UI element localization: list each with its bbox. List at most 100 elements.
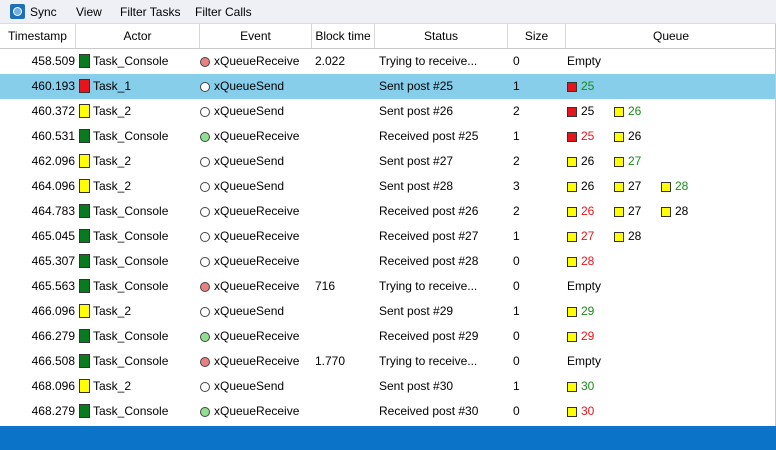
table-row[interactable]: 465.563 Task_Console xQueueReceive 716 Tryin…: [0, 274, 776, 299]
queue-item-color-box: [567, 182, 577, 192]
queue-item-number: 27: [628, 154, 642, 168]
actor-cell: Task_Console: [93, 329, 169, 343]
queue-item-number: 30: [581, 404, 595, 418]
menu-view[interactable]: View: [76, 5, 102, 19]
status-cell: Received post #27: [379, 229, 479, 243]
actor-color-swatch: [79, 179, 90, 193]
actor-cell: Task_Console: [93, 229, 169, 243]
queue-item-color-box: [567, 307, 577, 317]
queue-item-number: 26: [628, 129, 642, 143]
actor-cell: Task_2: [93, 179, 132, 193]
status-bar: [0, 426, 776, 450]
table-row[interactable]: 466.279 Task_Console xQueueReceive Received…: [0, 324, 776, 349]
column-header-event[interactable]: Event: [200, 24, 312, 48]
event-cell: xQueueReceive: [214, 129, 300, 143]
queue-item-color-box: [567, 232, 577, 242]
table-row[interactable]: 464.096 Task_2 xQueueSend Sent post #28 3 26 2…: [0, 174, 776, 199]
event-cell: xQueueSend: [214, 154, 285, 168]
size-cell: 3: [513, 179, 520, 193]
column-header-actor[interactable]: Actor: [76, 24, 200, 48]
size-cell: 2: [513, 104, 520, 118]
table-row[interactable]: 468.279 Task_Console xQueueReceive Received…: [0, 399, 776, 424]
sync-icon[interactable]: [10, 4, 25, 19]
actor-color-swatch: [79, 129, 90, 143]
event-status-dot: [200, 357, 210, 367]
actor-cell: Task_Console: [93, 54, 169, 68]
column-header-timestamp[interactable]: Timestamp: [0, 24, 76, 48]
status-cell: Sent post #30: [379, 379, 454, 393]
size-cell: 0: [513, 404, 520, 418]
table-header: Timestamp Actor Event Block time Status …: [0, 24, 776, 49]
event-status-dot: [200, 132, 210, 142]
table-row[interactable]: 460.372 Task_2 xQueueSend Sent post #26 2 25 2…: [0, 99, 776, 124]
timestamp-cell: 466.508: [31, 354, 75, 368]
timestamp-cell: 466.279: [31, 329, 75, 343]
menu-filter-calls[interactable]: Filter Calls: [195, 5, 252, 19]
actor-cell: Task_Console: [93, 354, 169, 368]
status-cell: Sent post #29: [379, 304, 454, 318]
timestamp-cell: 465.563: [31, 279, 75, 293]
queue-item-number: 29: [581, 304, 595, 318]
actor-color-swatch: [79, 154, 90, 168]
queue-item-color-box: [661, 182, 671, 192]
queue-item-color-box: [567, 82, 577, 92]
queue-item-number: 25: [581, 79, 595, 93]
event-status-dot: [200, 407, 210, 417]
event-status-dot: [200, 82, 210, 92]
event-status-dot: [200, 257, 210, 267]
event-status-dot: [200, 57, 210, 67]
actor-cell: Task_2: [93, 304, 132, 318]
event-cell: xQueueSend: [214, 79, 285, 93]
timestamp-cell: 464.096: [31, 179, 75, 193]
table-row[interactable]: 462.096 Task_2 xQueueSend Sent post #27 2 26 2…: [0, 149, 776, 174]
queue-item-color-box: [614, 132, 624, 142]
table-row[interactable]: 466.096 Task_2 xQueueSend Sent post #29 1 29: [0, 299, 776, 324]
menu-filter-tasks[interactable]: Filter Tasks: [120, 5, 180, 19]
timestamp-cell: 460.193: [31, 79, 75, 93]
queue-item-number: 28: [581, 254, 595, 268]
event-status-dot: [200, 382, 210, 392]
table-row[interactable]: 465.045 Task_Console xQueueReceive Received…: [0, 224, 776, 249]
table-row[interactable]: 465.307 Task_Console xQueueReceive Received…: [0, 249, 776, 274]
event-status-dot: [200, 232, 210, 242]
size-cell: 0: [513, 254, 520, 268]
column-header-queue[interactable]: Queue: [566, 24, 776, 48]
queue-empty-label: Empty: [567, 54, 602, 68]
trace-table-body: 458.509 Task_Console xQueueReceive 2.022 Try…: [0, 49, 776, 424]
event-cell: xQueueReceive: [214, 254, 300, 268]
queue-item-number: 27: [628, 179, 642, 193]
status-cell: Received post #28: [379, 254, 479, 268]
size-cell: 0: [513, 329, 520, 343]
table-row[interactable]: 466.508 Task_Console xQueueReceive 1.770 Try…: [0, 349, 776, 374]
column-header-block-time[interactable]: Block time: [312, 24, 375, 48]
table-row[interactable]: 458.509 Task_Console xQueueReceive 2.022 Try…: [0, 49, 776, 74]
queue-item-color-box: [567, 407, 577, 417]
queue-item-color-box: [567, 157, 577, 167]
table-row[interactable]: 464.783 Task_Console xQueueReceive Received…: [0, 199, 776, 224]
queue-item-number: 28: [675, 204, 689, 218]
block-time-cell: 1.770: [315, 354, 346, 368]
size-cell: 0: [513, 54, 520, 68]
table-row[interactable]: 460.531 Task_Console xQueueReceive Received…: [0, 124, 776, 149]
actor-color-swatch: [79, 229, 90, 243]
timestamp-cell: 460.531: [31, 129, 75, 143]
event-status-dot: [200, 332, 210, 342]
timestamp-cell: 462.096: [31, 154, 75, 168]
queue-empty-label: Empty: [567, 279, 602, 293]
actor-color-swatch: [79, 204, 90, 218]
event-cell: xQueueReceive: [214, 279, 300, 293]
actor-cell: Task_Console: [93, 129, 169, 143]
actor-color-swatch: [79, 104, 90, 118]
actor-color-swatch: [79, 79, 90, 93]
table-row[interactable]: 468.096 Task_2 xQueueSend Sent post #30 1 30: [0, 374, 776, 399]
table-row[interactable]: 460.193 Task_1 xQueueSend Sent post #25 1 25: [0, 74, 776, 99]
actor-cell: Task_2: [93, 379, 132, 393]
queue-item-color-box: [614, 182, 624, 192]
actor-cell: Task_1: [93, 79, 132, 93]
menu-sync[interactable]: Sync: [30, 5, 57, 19]
event-status-dot: [200, 307, 210, 317]
column-header-size[interactable]: Size: [508, 24, 566, 48]
actor-color-swatch: [79, 54, 90, 68]
column-header-status[interactable]: Status: [375, 24, 508, 48]
status-cell: Sent post #26: [379, 104, 454, 118]
